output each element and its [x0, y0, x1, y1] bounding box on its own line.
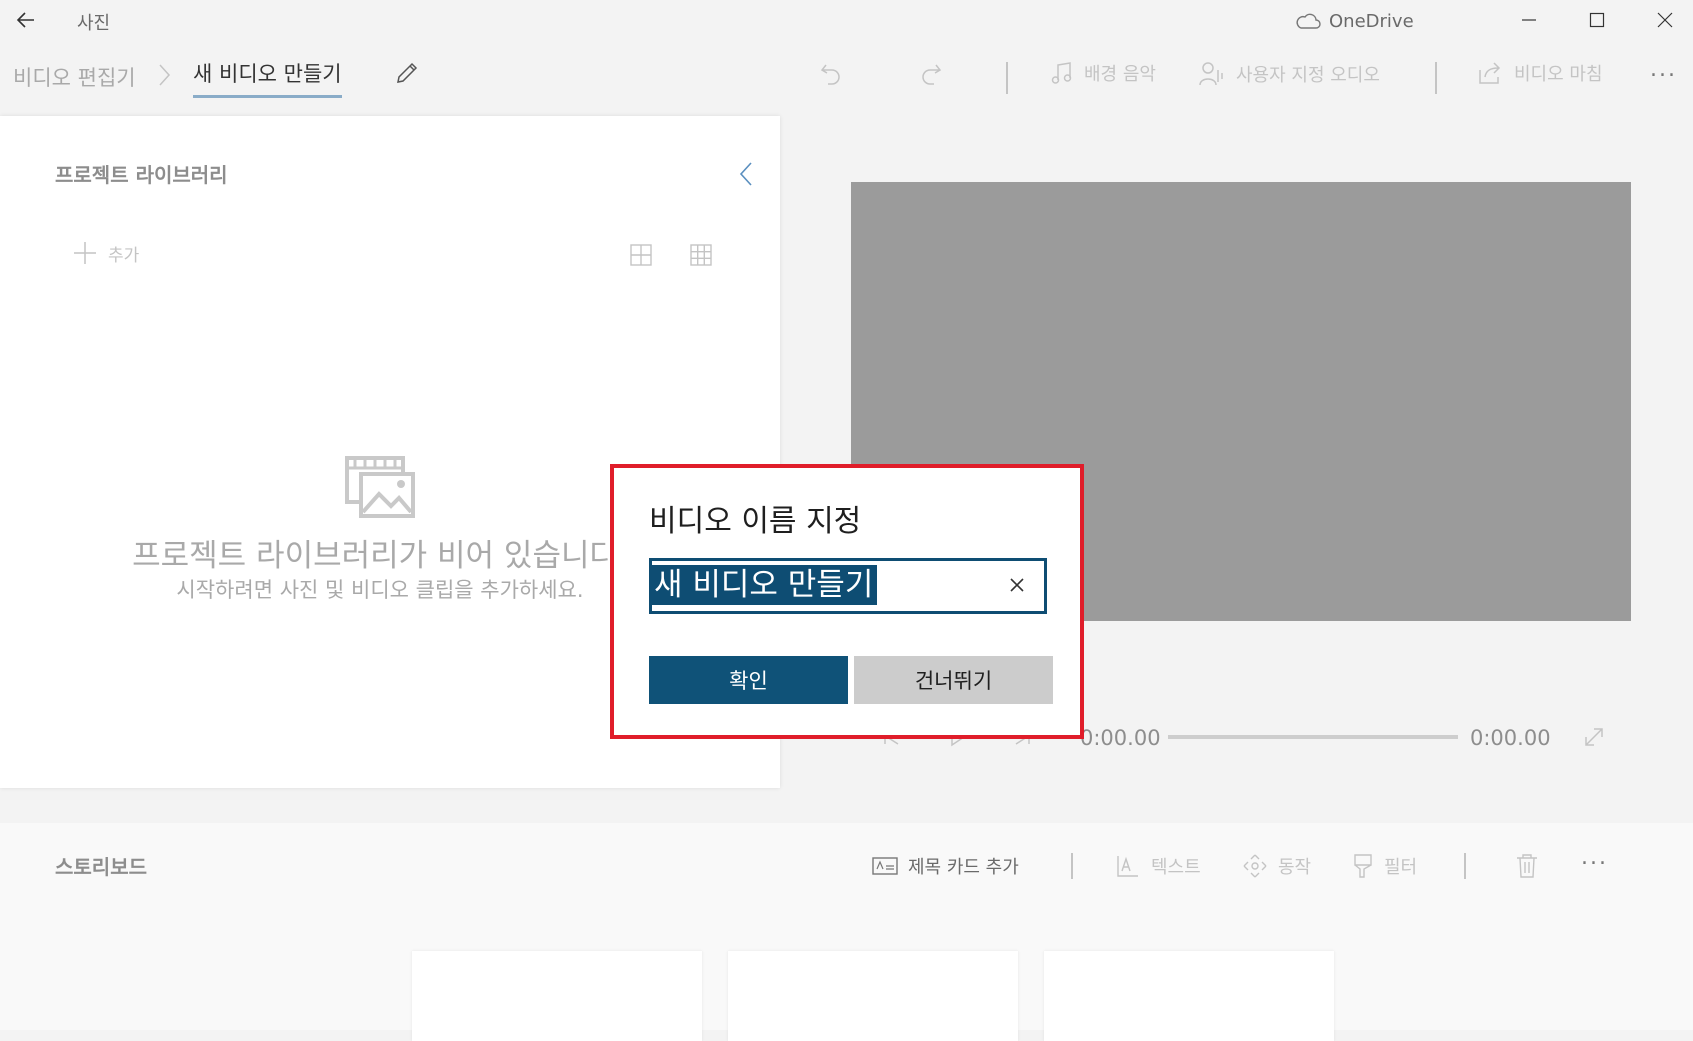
share-icon — [1479, 62, 1501, 84]
filters-label: 필터 — [1384, 857, 1418, 878]
arrow-left-icon — [16, 12, 34, 28]
pencil-icon — [397, 62, 418, 83]
add-media-label: 추가 — [108, 245, 140, 266]
app-title: 사진 — [77, 13, 111, 34]
toolbar-divider — [1435, 62, 1437, 94]
undo-icon — [820, 64, 840, 85]
chevron-left-icon — [739, 162, 752, 186]
add-title-card-label: 제목 카드 추가 — [908, 857, 1019, 878]
text-button[interactable]: 텍스트 — [1115, 853, 1201, 879]
video-name-selected-text: 새 비디오 만들기 — [652, 565, 878, 605]
onedrive-label: OneDrive — [1329, 10, 1414, 32]
chevron-right-icon — [157, 61, 173, 89]
motion-label: 동작 — [1278, 857, 1312, 878]
plus-icon — [74, 242, 96, 264]
large-grid-view-button[interactable] — [630, 244, 652, 266]
redo-icon — [922, 64, 942, 85]
title-card-icon — [872, 857, 898, 875]
dialog-title: 비디오 이름 지정 — [649, 504, 862, 539]
expand-icon — [1585, 728, 1603, 746]
close-icon — [1010, 578, 1024, 592]
text-label: 텍스트 — [1151, 857, 1201, 878]
title-bar: 사진 OneDrive — [0, 0, 1693, 40]
back-button[interactable] — [14, 8, 48, 32]
ok-button[interactable]: 확인 — [649, 656, 848, 704]
toolbar-divider — [1006, 62, 1008, 94]
rename-video-dialog: 비디오 이름 지정 새 비디오 만들기 확인 건너뛰기 — [610, 464, 1084, 739]
text-icon — [1117, 856, 1138, 877]
more-options-button[interactable]: ... — [1650, 57, 1677, 82]
video-name-input[interactable]: 새 비디오 만들기 — [649, 558, 1047, 614]
close-window-button[interactable] — [1634, 0, 1693, 40]
minimize-button[interactable] — [1498, 0, 1560, 40]
storyboard-slot[interactable] — [728, 951, 1018, 1041]
breadcrumb-current-project: 새 비디오 만들기 — [193, 58, 342, 98]
storyboard-panel: 스토리보드 제목 카드 추가 텍스트 동작 필터 ... — [0, 823, 1693, 1041]
motion-icon — [1243, 854, 1267, 878]
maximize-icon — [1589, 12, 1605, 28]
storyboard-slot[interactable] — [1044, 951, 1334, 1041]
undo-button[interactable] — [818, 60, 844, 86]
custom-audio-label: 사용자 지정 오디오 — [1236, 65, 1380, 86]
finish-video-button[interactable]: 비디오 마침 — [1476, 60, 1603, 86]
motion-button[interactable]: 동작 — [1242, 853, 1311, 879]
minimize-icon — [1522, 19, 1536, 21]
current-time: 0:00.00 — [1080, 726, 1161, 750]
skip-button[interactable]: 건너뛰기 — [854, 656, 1053, 704]
library-title: 프로젝트 라이브러리 — [55, 163, 228, 187]
clear-input-button[interactable] — [1006, 574, 1028, 596]
fullscreen-button[interactable] — [1583, 726, 1605, 748]
storyboard-divider — [1071, 853, 1073, 879]
background-music-label: 배경 음악 — [1084, 64, 1156, 85]
filters-button[interactable]: 필터 — [1352, 853, 1417, 879]
total-time: 0:00.00 — [1470, 726, 1551, 750]
storyboard-divider — [1464, 853, 1466, 879]
trash-icon — [1517, 854, 1537, 878]
storyboard-slot[interactable] — [412, 951, 702, 1041]
cloud-icon — [1296, 13, 1321, 29]
custom-audio-button[interactable]: 사용자 지정 오디오 — [1198, 60, 1380, 88]
breadcrumb-video-editor[interactable]: 비디오 편집기 — [13, 62, 136, 92]
grid-large-icon — [630, 244, 652, 266]
onedrive-button[interactable]: OneDrive — [1295, 9, 1414, 33]
rename-button[interactable] — [394, 60, 420, 86]
grid-small-icon — [690, 244, 712, 266]
brush-icon — [1354, 854, 1372, 878]
small-grid-view-button[interactable] — [690, 244, 712, 266]
delete-button[interactable] — [1515, 853, 1539, 879]
empty-library-image-icon — [345, 456, 417, 520]
background-music-button[interactable]: 배경 음악 — [1050, 60, 1156, 86]
storyboard-more-button[interactable]: ... — [1581, 845, 1608, 870]
close-icon — [1657, 12, 1673, 28]
redo-button[interactable] — [918, 60, 944, 86]
seek-bar[interactable] — [1168, 735, 1458, 739]
add-media-button[interactable]: 추가 — [72, 240, 139, 266]
storyboard-title: 스토리보드 — [55, 855, 147, 879]
maximize-button[interactable] — [1566, 0, 1628, 40]
music-note-icon — [1051, 62, 1072, 84]
finish-video-label: 비디오 마침 — [1514, 64, 1603, 85]
person-audio-icon — [1199, 62, 1223, 86]
collapse-library-button[interactable] — [737, 159, 755, 189]
add-title-card-button[interactable]: 제목 카드 추가 — [872, 853, 1019, 879]
